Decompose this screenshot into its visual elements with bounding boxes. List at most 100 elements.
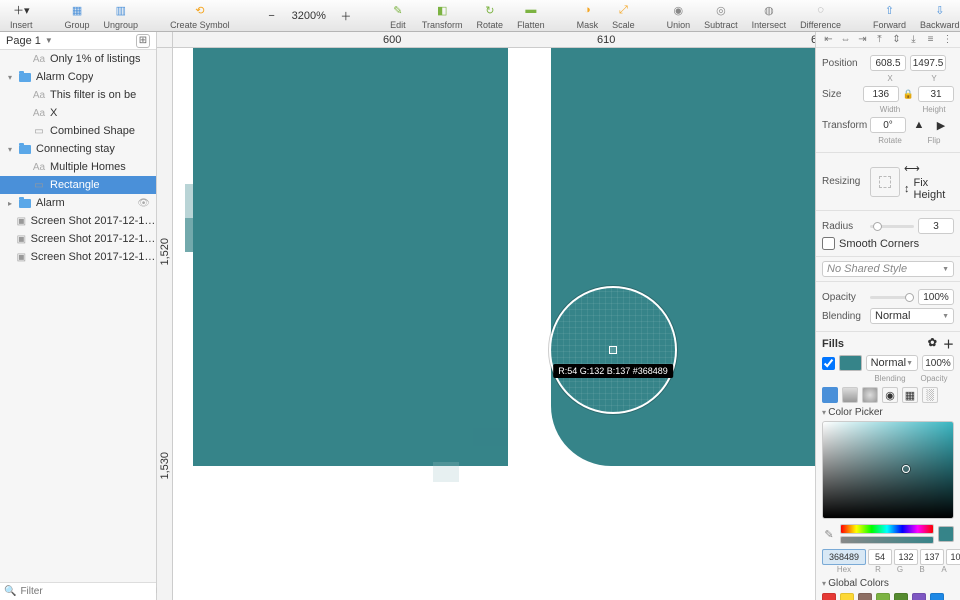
flip-v-icon[interactable]: ▶ — [932, 119, 950, 132]
align-top-icon[interactable]: ⤒ — [874, 34, 886, 46]
layer-row[interactable]: ▣Screen Shot 2017-12-14 at 4.49... — [0, 248, 156, 266]
opacity-slider[interactable] — [870, 296, 914, 299]
ungroup-button[interactable]: ▥Ungroup — [100, 0, 143, 32]
forward-button[interactable]: ⇧Forward — [869, 0, 910, 32]
color-picker-field[interactable] — [822, 421, 954, 519]
smooth-corners-checkbox[interactable] — [822, 237, 835, 250]
mask-button[interactable]: ◑Mask — [573, 0, 603, 32]
eyedropper-icon[interactable]: ✎ — [822, 528, 836, 541]
fill-solid-icon[interactable] — [822, 387, 838, 403]
layer-row[interactable]: AaThis filter is on be — [0, 86, 156, 104]
group-button[interactable]: ▦Group — [61, 0, 94, 32]
global-color-swatch[interactable] — [840, 593, 854, 600]
fill-noise-icon[interactable]: ░ — [922, 387, 938, 403]
image-layer-icon: ▣ — [16, 233, 27, 245]
insert-button[interactable]: ＋▾Insert — [6, 0, 37, 32]
fill-enabled-checkbox[interactable] — [822, 357, 835, 370]
fill-angular-icon[interactable]: ◉ — [882, 387, 898, 403]
radius-input[interactable] — [918, 218, 954, 234]
layer-row[interactable]: ▣ Screen Shot 2017-12-14 at 4.43... — [0, 230, 156, 248]
alpha-slider[interactable] — [840, 536, 934, 544]
backward-button[interactable]: ⇩Backward — [916, 0, 960, 32]
opacity-input[interactable] — [918, 289, 954, 305]
layer-row[interactable]: ▸Alarm👁 — [0, 194, 156, 212]
hex-input[interactable] — [822, 549, 866, 565]
scale-button[interactable]: ⤢Scale — [608, 0, 639, 32]
disclosure-icon[interactable]: ▾ — [6, 145, 14, 154]
b-input[interactable] — [920, 549, 944, 565]
height-input[interactable] — [918, 86, 954, 102]
current-color-swatch[interactable] — [938, 526, 954, 542]
hue-slider[interactable] — [840, 524, 934, 534]
width-input[interactable] — [863, 86, 899, 102]
fill-pattern-icon[interactable]: ▦ — [902, 387, 918, 403]
r-input[interactable] — [868, 549, 892, 565]
align-bottom-icon[interactable]: ⤓ — [908, 34, 920, 46]
disclosure-icon[interactable]: ▾ — [6, 73, 14, 82]
fill-linear-icon[interactable] — [842, 387, 858, 403]
layer-name: Screen Shot 2017-12-14 at 4.43... — [31, 233, 156, 245]
gear-icon[interactable]: ✿ — [928, 336, 937, 352]
fill-blend-select[interactable]: Normal▼ — [866, 355, 918, 371]
flatten-button[interactable]: ▬Flatten — [513, 0, 549, 32]
layer-row[interactable]: ▭Combined Shape — [0, 122, 156, 140]
zoom-out-button[interactable]: − — [258, 5, 286, 27]
distribute-v-icon[interactable]: ⋮ — [942, 34, 954, 46]
global-color-swatch[interactable] — [912, 593, 926, 600]
layer-row[interactable]: AaOnly 1% of listings — [0, 50, 156, 68]
align-vcenter-icon[interactable]: ⇕ — [891, 34, 903, 46]
union-button[interactable]: ◉Union — [663, 0, 695, 32]
lock-icon[interactable]: 🔒 — [903, 89, 914, 100]
layer-row[interactable]: ▣Screen Shot 2017-12-14 at 9.38... — [0, 212, 156, 230]
global-color-swatch[interactable] — [876, 593, 890, 600]
visibility-icon[interactable]: 👁 — [137, 198, 150, 209]
add-fill-icon[interactable]: ＋ — [943, 336, 954, 352]
align-left-icon[interactable]: ⇤ — [823, 34, 835, 46]
zoom-in-button[interactable]: ＋ — [332, 5, 360, 27]
layer-row[interactable]: ▾Alarm Copy — [0, 68, 156, 86]
page-selector[interactable]: Page 1▼ ⊞ — [0, 32, 156, 50]
pin-h-icon[interactable]: ⟷ — [904, 162, 920, 175]
resizing-constraints[interactable] — [870, 167, 900, 197]
rotate-button[interactable]: ↻Rotate — [473, 0, 508, 32]
add-page-button[interactable]: ⊞ — [136, 34, 150, 48]
distribute-h-icon[interactable]: ≡ — [925, 34, 937, 46]
shared-style-select[interactable]: No Shared Style▼ — [822, 261, 954, 277]
blending-select[interactable]: Normal▼ — [870, 308, 954, 324]
layer-row[interactable]: ▾Connecting stay — [0, 140, 156, 158]
color-picker-label[interactable]: Color Picker — [822, 407, 954, 418]
global-colors-label[interactable]: Global Colors — [822, 578, 954, 589]
global-color-swatch[interactable] — [930, 593, 944, 600]
subtract-button[interactable]: ◎Subtract — [700, 0, 742, 32]
canvas-shape[interactable] — [193, 48, 508, 466]
canvas[interactable]: 600 610 620 1,520 1,530 R:54 G:132 B:137… — [157, 32, 815, 600]
radius-slider[interactable] — [870, 225, 914, 228]
flip-h-icon[interactable]: ▲ — [910, 119, 928, 131]
disclosure-icon[interactable]: ▸ — [6, 199, 14, 208]
transform-button[interactable]: ◧Transform — [418, 0, 467, 32]
layer-row[interactable]: AaX — [0, 104, 156, 122]
global-color-swatch[interactable] — [858, 593, 872, 600]
align-right-icon[interactable]: ⇥ — [857, 34, 869, 46]
a-input[interactable] — [946, 549, 960, 565]
position-x-input[interactable] — [870, 55, 906, 71]
rotate-input[interactable] — [870, 117, 906, 133]
align-hcenter-icon[interactable]: ⇔ — [840, 34, 852, 46]
filter-input[interactable] — [20, 586, 152, 597]
fill-radial-icon[interactable] — [862, 387, 878, 403]
create-symbol-button[interactable]: ⟲Create Symbol — [166, 0, 234, 32]
g-input[interactable] — [894, 549, 918, 565]
eyedropper-magnifier[interactable]: R:54 G:132 B:137 #368489 — [549, 286, 677, 414]
layer-row[interactable]: AaMultiple Homes — [0, 158, 156, 176]
layer-row[interactable]: ▭Rectangle — [0, 176, 156, 194]
fill-color-swatch[interactable] — [839, 355, 862, 371]
global-color-swatch[interactable] — [894, 593, 908, 600]
fill-opacity-input[interactable] — [922, 355, 954, 371]
difference-button[interactable]: ◌Difference — [796, 0, 845, 32]
global-color-swatch[interactable] — [822, 593, 836, 600]
zoom-level[interactable]: 3200% — [292, 10, 326, 22]
position-y-input[interactable] — [910, 55, 946, 71]
pin-v-icon[interactable]: ↕ — [904, 183, 910, 195]
intersect-button[interactable]: ◍Intersect — [748, 0, 791, 32]
edit-button[interactable]: ✎Edit — [384, 0, 412, 32]
